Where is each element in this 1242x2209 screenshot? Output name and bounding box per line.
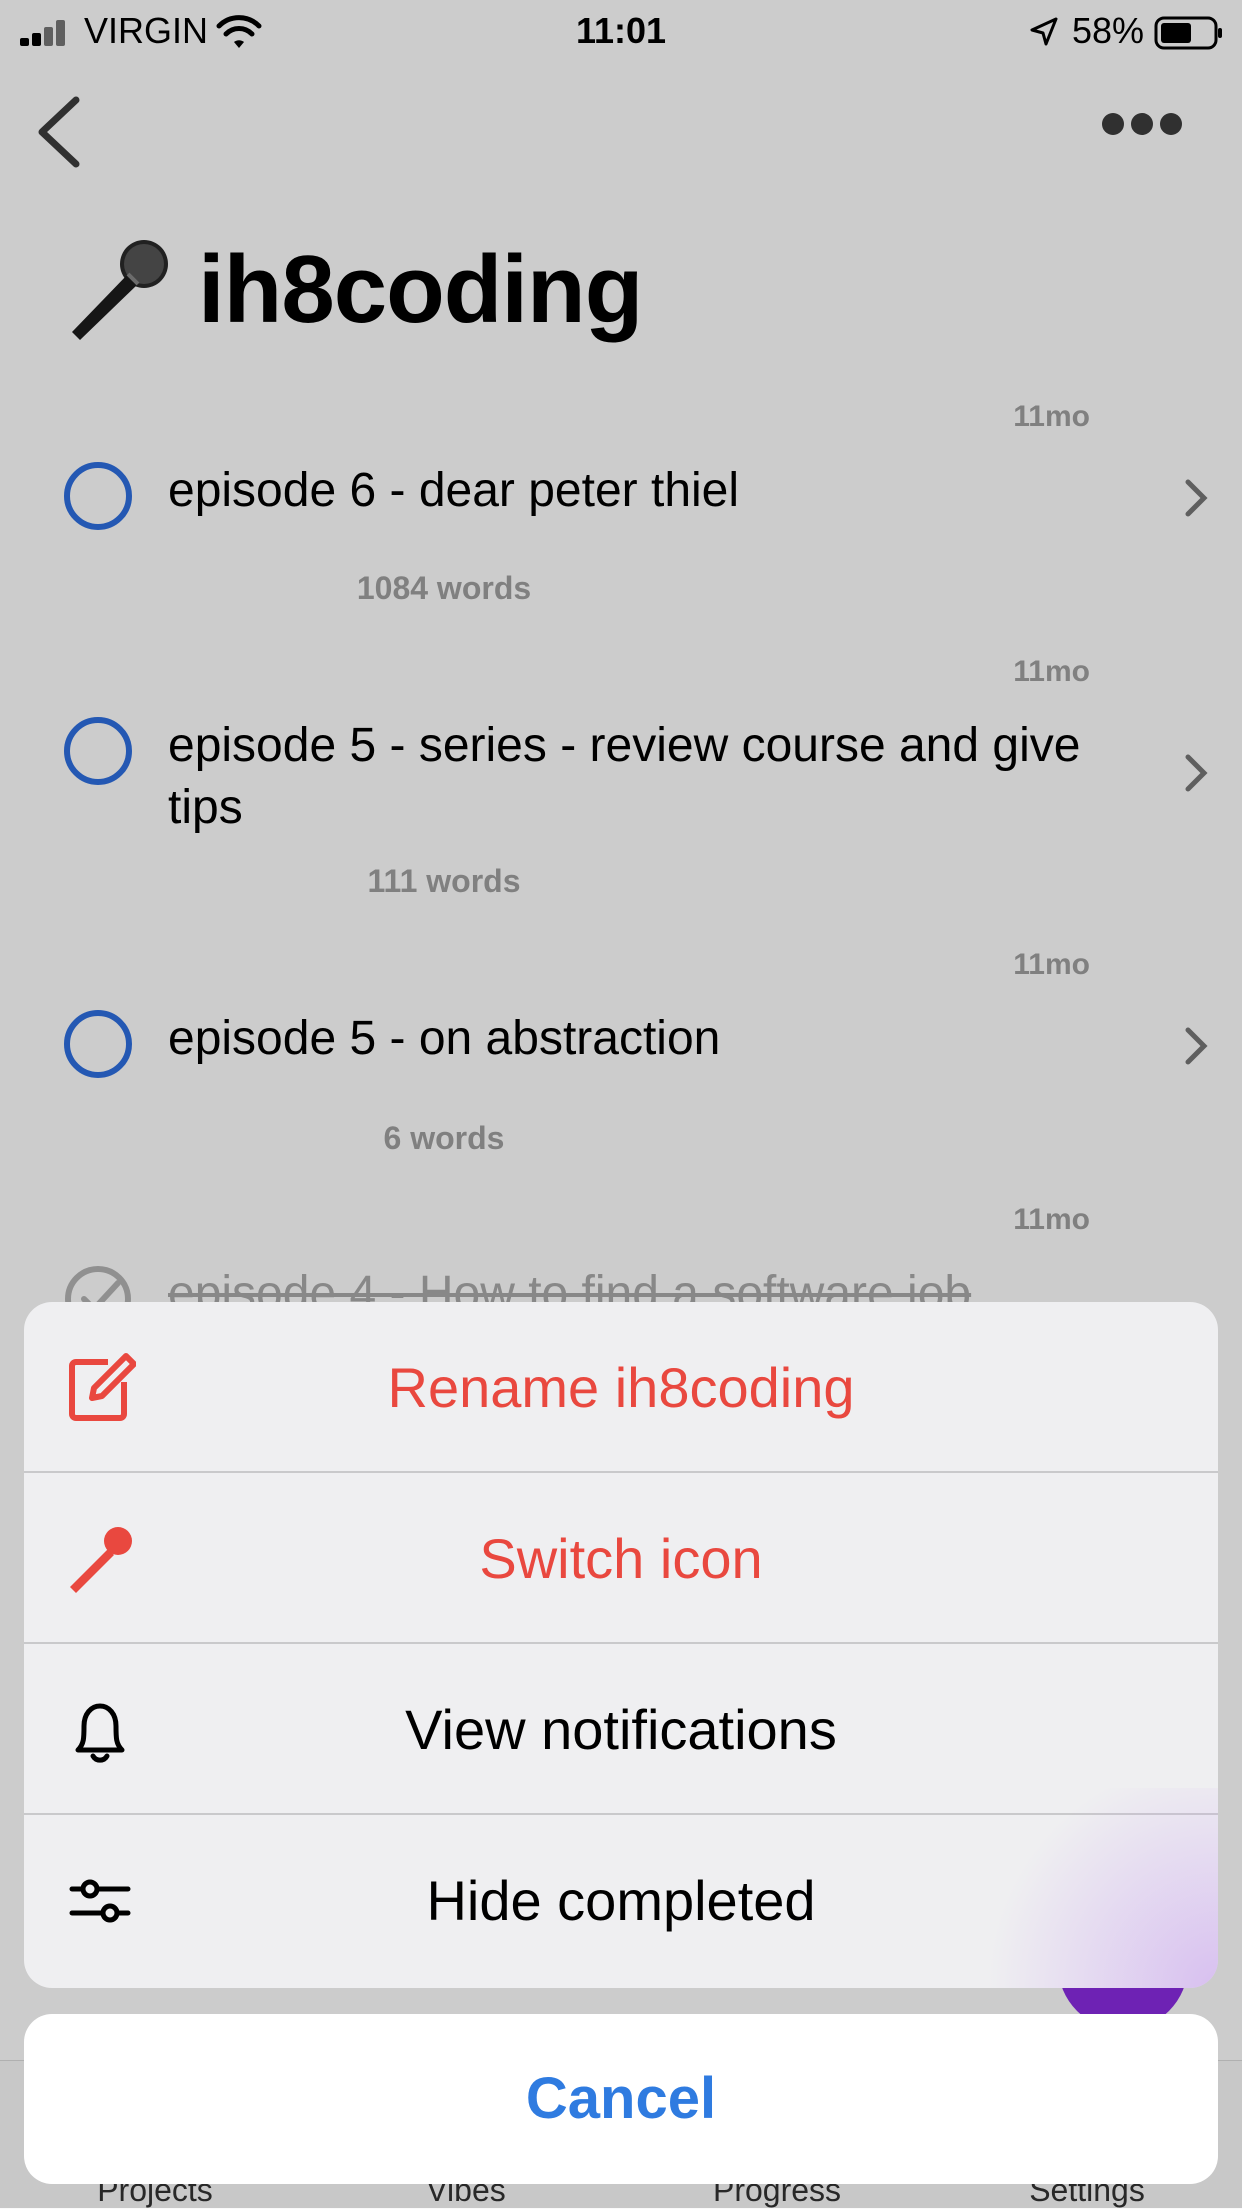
rename-label: Rename ih8coding: [387, 1356, 855, 1419]
cancel-label: Cancel: [525, 2066, 717, 2131]
cancel-button[interactable]: Cancel: [24, 2014, 1218, 2184]
rename-action[interactable]: Rename ih8coding: [24, 1302, 1218, 1473]
hide-completed-action[interactable]: Hide completed: [24, 1815, 1218, 1986]
view-notifications-label: View notifications: [405, 1698, 837, 1761]
view-notifications-action[interactable]: View notifications: [24, 1644, 1218, 1815]
switch-icon-action[interactable]: Switch icon: [24, 1473, 1218, 1644]
switch-icon-label: Switch icon: [479, 1527, 763, 1590]
action-sheet: Rename ih8coding Switch icon View notifi…: [24, 1302, 1218, 1988]
hide-completed-label: Hide completed: [426, 1869, 816, 1932]
